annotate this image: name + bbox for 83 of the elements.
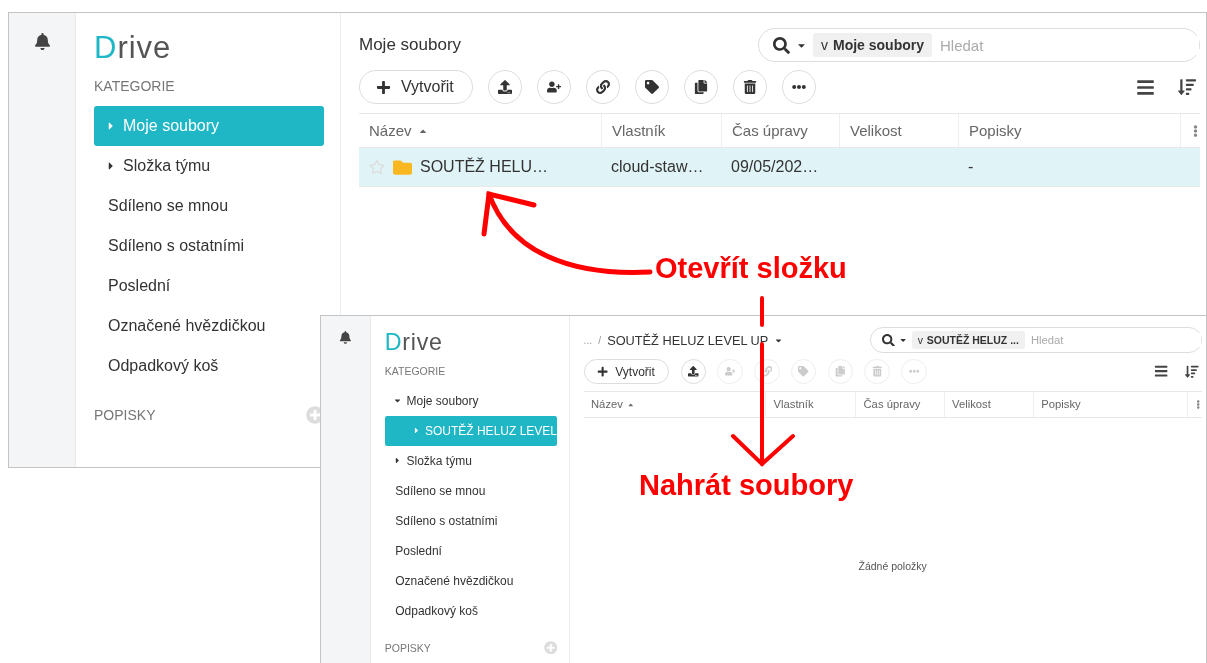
create-button[interactable]: Vytvořit bbox=[583, 358, 670, 385]
link-button[interactable] bbox=[585, 70, 620, 104]
search-scope-chip[interactable]: v SOUTĚŽ HELUZ ... bbox=[911, 331, 1025, 349]
column-header[interactable]: Vlastník bbox=[765, 392, 855, 417]
star-icon[interactable] bbox=[369, 159, 385, 175]
sidebar-item[interactable]: Poslední bbox=[384, 535, 557, 566]
trash-icon bbox=[871, 366, 883, 377]
create-button[interactable]: Vytvořit bbox=[359, 70, 473, 104]
bell-icon[interactable] bbox=[33, 33, 51, 50]
column-header[interactable]: Velikost bbox=[943, 392, 1033, 417]
add-user-icon bbox=[546, 80, 561, 94]
list-icon bbox=[1136, 77, 1155, 97]
copy-button[interactable] bbox=[683, 70, 718, 104]
copy-icon bbox=[693, 80, 708, 94]
link-icon bbox=[595, 80, 610, 94]
sidebar-item[interactable]: Odpadkový koš bbox=[384, 595, 557, 626]
sidebar-item[interactable]: Sdíleno se mnou bbox=[94, 186, 324, 226]
column-header[interactable]: Název bbox=[583, 392, 765, 417]
upload-icon bbox=[497, 80, 512, 94]
sort-icon bbox=[1178, 78, 1196, 96]
column-header[interactable]: Čas úpravy bbox=[721, 114, 839, 147]
drive-logo: Drive bbox=[94, 31, 173, 65]
upload-button[interactable] bbox=[680, 358, 707, 385]
section-title: POPISKY bbox=[384, 641, 431, 654]
list-icon bbox=[1153, 364, 1168, 379]
search-scope-chip[interactable]: v Moje soubory bbox=[813, 33, 932, 57]
column-header[interactable]: Popisky bbox=[958, 114, 1180, 147]
labels-cell: - bbox=[968, 158, 974, 176]
page-title: Moje soubory bbox=[359, 35, 462, 55]
tag-icon bbox=[798, 366, 809, 377]
caret-icon[interactable] bbox=[393, 456, 402, 466]
sidebar-item[interactable]: Sdíleno s ostatními bbox=[384, 505, 557, 536]
file-row[interactable]: SOUTĚŽ HELU… cloud-staw… 09/05/202… - bbox=[359, 148, 1200, 187]
trash-button[interactable] bbox=[732, 70, 767, 104]
upload-icon bbox=[688, 366, 699, 377]
sidebar-item[interactable]: Sdíleno se mnou bbox=[384, 475, 557, 506]
annotation-label: Otevřít složku bbox=[655, 252, 847, 285]
file-name[interactable]: SOUTĚŽ HELU… bbox=[420, 158, 548, 176]
sidebar-item[interactable]: Označené hvězdičkou bbox=[94, 306, 324, 346]
annotation-label: Nahrát soubory bbox=[639, 469, 854, 502]
add-user-icon bbox=[724, 366, 736, 377]
search-input[interactable]: Hledat bbox=[1029, 333, 1201, 347]
column-menu-icon[interactable] bbox=[1195, 399, 1202, 409]
empty-message: Žádné položky bbox=[858, 560, 927, 573]
sidebar-item[interactable]: Moje soubory bbox=[384, 385, 557, 416]
plus-icon bbox=[376, 79, 391, 95]
upload-button[interactable] bbox=[487, 70, 522, 104]
sidebar-item[interactable]: Sdíleno s ostatními bbox=[94, 226, 324, 266]
sidebar-item[interactable]: Odpadkový koš bbox=[94, 346, 324, 386]
modified-cell: 09/05/202… bbox=[731, 158, 819, 176]
column-header[interactable]: Velikost bbox=[839, 114, 958, 147]
search-field[interactable]: v Moje soubory Hledat bbox=[758, 28, 1200, 62]
search-icon[interactable] bbox=[773, 36, 790, 54]
section-title: KATEGORIE bbox=[94, 78, 175, 94]
sidebar-item[interactable]: Poslední bbox=[94, 266, 324, 306]
tag-icon bbox=[644, 80, 659, 94]
more-button[interactable] bbox=[781, 70, 816, 104]
sidebar-item[interactable]: Označené hvězdičkou bbox=[384, 565, 557, 596]
column-menu-icon[interactable] bbox=[1191, 124, 1200, 137]
search-icon[interactable] bbox=[881, 333, 895, 347]
sort-icon bbox=[1185, 364, 1199, 379]
breadcrumb-separator: / bbox=[598, 334, 602, 346]
section-title: KATEGORIE bbox=[384, 364, 446, 377]
column-header[interactable]: Název bbox=[359, 114, 601, 147]
tag-button[interactable] bbox=[634, 70, 669, 104]
owner-cell: cloud-staw… bbox=[611, 158, 704, 176]
sidebar-item[interactable]: Složka týmu bbox=[384, 445, 557, 476]
sort-button[interactable] bbox=[1182, 364, 1202, 379]
search-input[interactable]: Hledat bbox=[938, 35, 1199, 55]
section-title: POPISKY bbox=[94, 407, 156, 423]
column-header[interactable]: Čas úpravy bbox=[855, 392, 944, 417]
copy-icon bbox=[835, 366, 846, 377]
folder-icon bbox=[393, 157, 412, 177]
breadcrumb-current[interactable]: SOUTĚŽ HELUZ LEVEL UP bbox=[607, 332, 769, 348]
column-header[interactable]: Popisky bbox=[1032, 392, 1187, 417]
trash-icon bbox=[742, 80, 757, 94]
link-icon bbox=[761, 366, 773, 377]
bell-icon[interactable] bbox=[339, 331, 352, 344]
drive-logo: Drive bbox=[384, 329, 444, 355]
add-user-button[interactable] bbox=[536, 70, 571, 104]
plus-icon bbox=[596, 365, 608, 378]
sidebar-item[interactable]: Složka týmu bbox=[94, 146, 324, 186]
column-header[interactable]: Vlastník bbox=[601, 114, 721, 147]
